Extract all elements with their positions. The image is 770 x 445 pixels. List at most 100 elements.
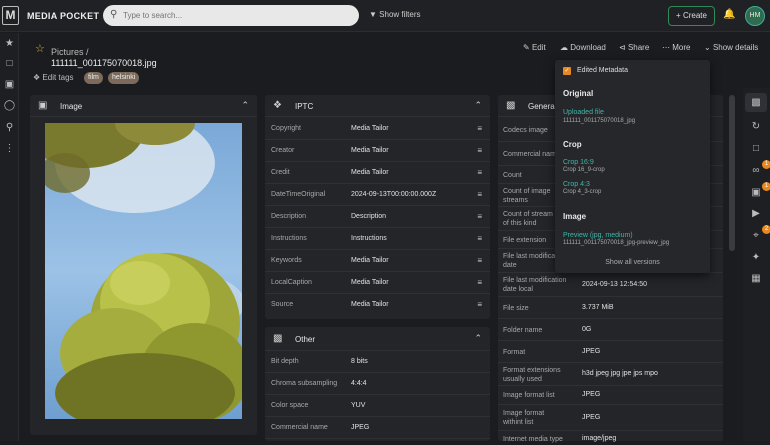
- search-nav-icon[interactable]: ⚲: [3, 121, 16, 134]
- grid-icon[interactable]: ▦: [749, 272, 763, 286]
- metadata-row: Internet media type image/jpeg: [498, 431, 723, 445]
- chevron-up-icon[interactable]: ⌃: [474, 333, 482, 344]
- row-value: Description: [351, 213, 387, 220]
- row-label: File extension: [503, 237, 547, 244]
- create-label: Create: [682, 11, 707, 20]
- favorite-star-icon[interactable]: ☆: [35, 42, 45, 55]
- history-icon[interactable]: ↻: [749, 120, 763, 134]
- count-badge: 2: [762, 225, 770, 234]
- search-bar[interactable]: ⚲: [103, 5, 359, 26]
- edited-metadata-label: Edited Metadata: [577, 67, 628, 74]
- image-panel-header[interactable]: ▣ Image ⌃: [30, 95, 257, 117]
- scrollbar[interactable]: [729, 95, 735, 251]
- folder-nav-icon[interactable]: □: [3, 57, 16, 70]
- metadata-row: Folder name 0G: [498, 319, 723, 341]
- more-button[interactable]: ⋯ More: [662, 43, 690, 52]
- compass-nav-icon[interactable]: ◯: [3, 99, 16, 112]
- metadata-row: Format JPEG: [498, 341, 723, 363]
- row-value: JPEG: [582, 348, 601, 355]
- row-label: File size: [503, 305, 529, 312]
- row-label: Commercial name: [503, 151, 560, 158]
- app-logo[interactable]: M: [2, 6, 19, 25]
- text-lines-icon[interactable]: ≡: [477, 146, 482, 155]
- text-lines-icon[interactable]: ≡: [477, 212, 482, 221]
- edited-metadata-checkbox[interactable]: ✓: [563, 67, 571, 75]
- link-icon[interactable]: ∞ 1: [749, 160, 770, 178]
- tag-icon: ❖: [273, 100, 282, 111]
- menu-section-heading: Original: [563, 89, 594, 98]
- versions-icon[interactable]: ▣ 1: [749, 182, 770, 200]
- star-nav-icon[interactable]: ★: [3, 37, 16, 50]
- other-panel: ▩ Other ⌃ Bit depth 8 bits Chroma subsamp…: [265, 327, 490, 441]
- row-value: Media Tailor: [351, 125, 389, 132]
- row-label: Count: [503, 172, 522, 179]
- general-panel-title: General: [528, 102, 557, 111]
- metadata-row: Bit depth 8 bits: [265, 351, 490, 373]
- collection-nav-icon[interactable]: ▣: [3, 78, 16, 91]
- text-lines-icon[interactable]: ≡: [477, 278, 482, 287]
- page-title: 111111_001175070018.jpg: [51, 58, 157, 68]
- image-preview[interactable]: [45, 123, 242, 419]
- tree-photo: [45, 123, 242, 419]
- video-icon[interactable]: ▶: [749, 207, 763, 221]
- avatar[interactable]: HM: [745, 6, 765, 26]
- metadata-row: LocalCaption Media Tailor ≡: [265, 272, 490, 294]
- search-input[interactable]: [123, 9, 343, 22]
- row-label: Copyright: [271, 125, 301, 132]
- metadata-row: File size 3.737 MiB: [498, 297, 723, 319]
- row-label: Credit: [271, 169, 290, 176]
- share-button[interactable]: ⊲ Share: [619, 43, 649, 52]
- text-lines-icon[interactable]: ≡: [477, 256, 482, 265]
- metadata-row: Description Description ≡: [265, 206, 490, 228]
- row-value: 3.737 MiB: [582, 304, 614, 311]
- other-panel-header[interactable]: ▩ Other ⌃: [265, 327, 490, 351]
- row-label: Count of stream of this kind: [503, 211, 553, 227]
- tag-chip[interactable]: helsinki: [108, 72, 140, 84]
- breadcrumb[interactable]: Pictures /: [51, 47, 89, 57]
- text-lines-icon[interactable]: ≡: [477, 124, 482, 133]
- row-label: Instructions: [271, 235, 307, 242]
- row-label: Folder name: [503, 327, 543, 334]
- download-button[interactable]: ☁ Download: [560, 43, 606, 52]
- row-value: 8 bits: [351, 358, 368, 365]
- show-filters-button[interactable]: ▼ Show filters: [369, 10, 421, 19]
- chevron-up-icon[interactable]: ⌃: [241, 100, 249, 111]
- menu-section-heading: Crop: [563, 140, 582, 149]
- iptc-panel-header[interactable]: ❖ IPTC ⌃: [265, 95, 490, 117]
- chevron-up-icon[interactable]: ⌃: [474, 100, 482, 111]
- menu-item-link[interactable]: Crop 16:9: [563, 159, 594, 166]
- metadata-row: Source Media Tailor ≡: [265, 294, 490, 316]
- row-label: Keywords: [271, 257, 302, 264]
- text-lines-icon[interactable]: ≡: [477, 190, 482, 199]
- metadata-row: DateTimeOriginal 2024-09-13T00:00:00.000Z…: [265, 184, 490, 206]
- search-icon: ⚲: [110, 9, 118, 20]
- comment-icon[interactable]: □: [749, 142, 763, 156]
- row-label: Image format withint list: [503, 410, 545, 426]
- share-label: Share: [627, 43, 650, 52]
- row-label: Image format list: [503, 392, 555, 399]
- details-icon[interactable]: ▩: [745, 93, 767, 112]
- menu-item-link[interactable]: Crop 4:3: [563, 181, 590, 188]
- menu-item-link[interactable]: Uploaded file: [563, 109, 604, 116]
- text-lines-icon[interactable]: ≡: [477, 168, 482, 177]
- bell-icon[interactable]: 🔔: [723, 9, 735, 20]
- edit-button[interactable]: ✎ Edit: [523, 43, 546, 52]
- create-button[interactable]: + Create: [668, 6, 715, 26]
- text-lines-icon[interactable]: ≡: [477, 234, 482, 243]
- row-value: Media Tailor: [351, 301, 389, 308]
- more-vertical-icon[interactable]: ⋮: [3, 142, 16, 155]
- iptc-panel: ❖ IPTC ⌃ Copyright Media Tailor ≡ Creator M…: [265, 95, 490, 319]
- tag-chip[interactable]: film: [84, 72, 103, 84]
- menu-item-link[interactable]: Preview (jpg, medium): [563, 232, 633, 239]
- show-all-versions-link[interactable]: Show all versions: [555, 259, 710, 266]
- sparkle-icon[interactable]: ✦: [749, 251, 763, 265]
- row-label: Color space: [271, 402, 309, 409]
- text-lines-icon[interactable]: ≡: [477, 300, 482, 309]
- row-value: JPEG: [582, 391, 601, 398]
- count-badge: 1: [762, 182, 770, 191]
- show-details-button[interactable]: ⌄ Show details: [704, 43, 758, 52]
- crop-icon[interactable]: ⌖ 2: [749, 225, 770, 243]
- edit-tags-button[interactable]: ❖ Edit tags: [33, 73, 74, 82]
- metadata-row: Image format withint list JPEG: [498, 405, 723, 431]
- download-label: Download: [570, 43, 606, 52]
